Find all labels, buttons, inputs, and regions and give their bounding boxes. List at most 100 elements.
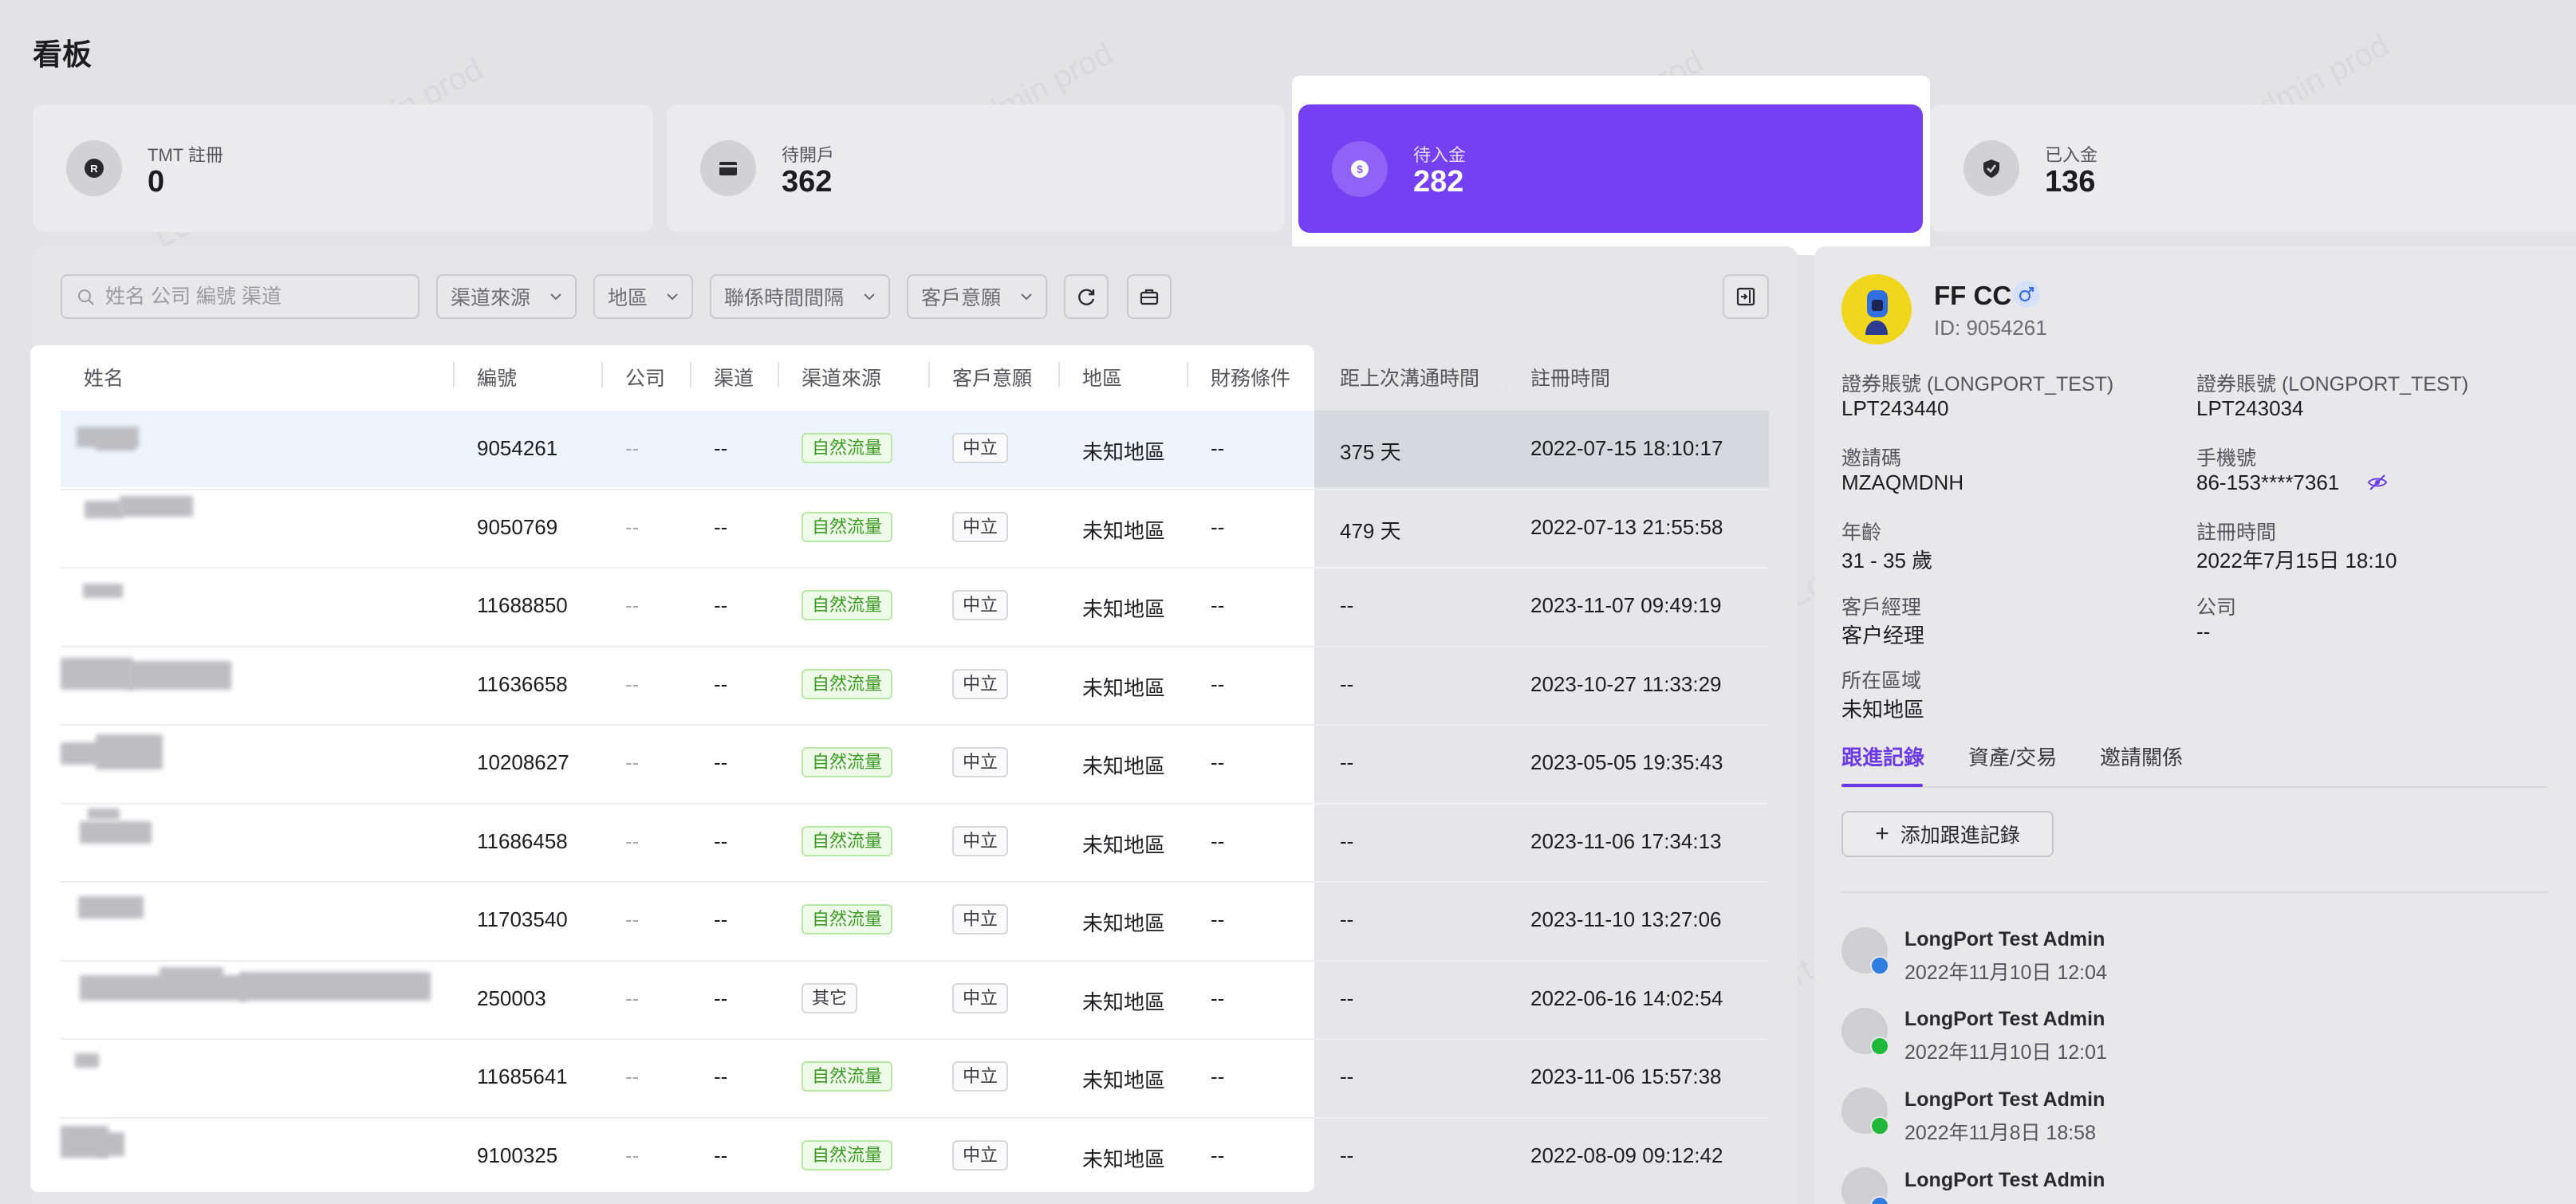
- add-follow-up-button[interactable]: + 添加跟進記錄: [1841, 811, 2054, 857]
- search-box[interactable]: [61, 274, 419, 319]
- column-header-id[interactable]: 編號: [477, 363, 517, 391]
- stat-card-deposited[interactable]: 已入金 136: [1930, 104, 2576, 232]
- channel-source-tag: 自然流量: [802, 747, 893, 777]
- field-label: 手機號: [2196, 447, 2257, 470]
- stat-card-pending-account[interactable]: 待開戶 362: [667, 104, 1285, 232]
- log-avatar: [1841, 927, 1889, 975]
- field-label: 邀請碼: [1841, 447, 1902, 470]
- stat-card-pending-deposit[interactable]: $ 待入金 282: [1298, 104, 1923, 233]
- redacted-name: [120, 495, 193, 517]
- refresh-icon: [1078, 289, 1095, 305]
- column-header-last-contact[interactable]: 距上次溝通時間: [1340, 363, 1479, 391]
- cell-last-contact: --: [1340, 828, 1354, 853]
- field-label: 客戶經理: [1841, 596, 1922, 619]
- cell-region: 未知地區: [1082, 990, 1166, 1014]
- cell-company: --: [625, 986, 640, 1010]
- customer-intent-dropdown[interactable]: 客戶意願: [907, 274, 1047, 319]
- shield-check-icon: [1964, 140, 2019, 196]
- cell-company: --: [625, 593, 640, 617]
- stat-card-tmt-registered[interactable]: R TMT 註冊 0: [33, 104, 653, 232]
- chevron-down-icon: [667, 293, 678, 301]
- field-label: 公司: [2196, 596, 2237, 619]
- male-gender-icon: [2013, 281, 2040, 308]
- tab-follow-up[interactable]: 跟進記錄: [1841, 742, 1924, 771]
- intent-tag: 中立: [952, 433, 1009, 463]
- log-time: 2022年11月8日 18:58: [1904, 1122, 2096, 1144]
- cell-id: 11636658: [477, 671, 568, 696]
- search-input[interactable]: [105, 276, 408, 317]
- channel-source-dropdown[interactable]: 渠道來源: [436, 274, 577, 319]
- refresh-button[interactable]: [1064, 274, 1109, 319]
- column-header-channel[interactable]: 渠道: [714, 363, 754, 391]
- customer-name: FF CC: [1934, 281, 2012, 310]
- cell-company: --: [625, 1143, 640, 1167]
- column-header-region[interactable]: 地區: [1082, 363, 1122, 391]
- cell-finance: --: [1211, 514, 1225, 539]
- cell-id: 11686458: [477, 828, 568, 853]
- cell-region: 未知地區: [1082, 1147, 1166, 1171]
- row-divider: [61, 1038, 1769, 1040]
- field-value: 86-153****7361: [2196, 470, 2340, 494]
- cell-channel: --: [714, 986, 728, 1010]
- cell-registered: 2023-11-06 17:34:13: [1530, 828, 1722, 853]
- column-header-finance[interactable]: 財務條件: [1211, 363, 1290, 391]
- redacted-name: [128, 660, 231, 690]
- channel-source-tag: 自然流量: [802, 825, 893, 856]
- export-button[interactable]: [1723, 274, 1769, 319]
- channel-source-tag: 其它: [802, 982, 858, 1013]
- cell-id: 9100325: [477, 1143, 558, 1167]
- dropdown-label: 客戶意願: [921, 287, 1002, 309]
- channel-badge-icon: [1870, 956, 1889, 975]
- cell-registered: 2022-08-09 09:12:42: [1530, 1143, 1723, 1167]
- cell-channel: --: [714, 1064, 728, 1088]
- channel-source-tag: 自然流量: [802, 1061, 893, 1092]
- log-author: LongPort Test Admin: [1904, 1169, 2105, 1191]
- column-header-name[interactable]: 姓名: [84, 363, 124, 391]
- cell-channel: --: [714, 750, 728, 774]
- cell-channel: --: [714, 828, 728, 853]
- cell-company: --: [625, 907, 640, 931]
- cell-registered: 2023-11-10 13:27:06: [1530, 907, 1722, 931]
- log-avatar: [1841, 1088, 1889, 1135]
- field-value: 2022年7月15日 18:10: [2196, 549, 2397, 572]
- cell-registered: 2023-11-06 15:57:38: [1530, 1064, 1722, 1088]
- column-divider: [601, 362, 603, 388]
- plus-icon: +: [1875, 820, 1889, 847]
- field-value: --: [2196, 620, 2211, 643]
- cell-finance: --: [1211, 750, 1225, 774]
- redacted-name: [80, 820, 152, 844]
- column-header-registered[interactable]: 註冊時間: [1530, 363, 1610, 391]
- field-value: 31 - 35 歲: [1841, 549, 1933, 572]
- redacted-name: [239, 971, 431, 1001]
- column-divider: [690, 362, 691, 388]
- cell-last-contact: --: [1340, 671, 1354, 696]
- cell-last-contact: --: [1340, 986, 1354, 1010]
- channel-source-tag: 自然流量: [802, 511, 893, 542]
- column-header-customer-intent[interactable]: 客戶意願: [952, 363, 1032, 391]
- cell-registered: 2023-05-05 19:35:43: [1530, 750, 1723, 774]
- cell-finance: --: [1211, 828, 1225, 853]
- column-header-company[interactable]: 公司: [625, 363, 665, 391]
- cell-last-contact: 479 天: [1340, 518, 1401, 543]
- cell-registered: 2023-10-27 11:33:29: [1530, 671, 1722, 696]
- field-label: 證券賬號 (LONGPORT_TEST): [2196, 373, 2469, 395]
- channel-badge-icon: [1870, 1196, 1889, 1204]
- cell-finance: --: [1211, 593, 1225, 617]
- row-divider: [61, 1116, 1769, 1119]
- contact-interval-dropdown[interactable]: 聯係時間間隔: [710, 274, 890, 319]
- briefcase-button[interactable]: [1127, 274, 1172, 319]
- cell-id: 9050769: [477, 514, 558, 539]
- tab-assets-trades[interactable]: 資產/交易: [1968, 742, 2057, 771]
- dollar-coin-icon: $: [1332, 140, 1388, 197]
- column-header-channel-source[interactable]: 渠道來源: [802, 363, 881, 391]
- active-tab-indicator: [1841, 784, 1923, 787]
- region-dropdown[interactable]: 地區: [593, 274, 693, 319]
- log-time: 2022年11月10日 12:04: [1904, 962, 2107, 984]
- card-icon: [700, 140, 756, 196]
- cell-finance: --: [1211, 907, 1225, 931]
- stat-value: 0: [148, 165, 165, 199]
- tab-invite-relations[interactable]: 邀請關係: [2100, 742, 2183, 771]
- channel-source-tag: 自然流量: [802, 1139, 893, 1171]
- cell-last-contact: --: [1340, 750, 1354, 774]
- eye-hidden-icon[interactable]: [2365, 470, 2389, 494]
